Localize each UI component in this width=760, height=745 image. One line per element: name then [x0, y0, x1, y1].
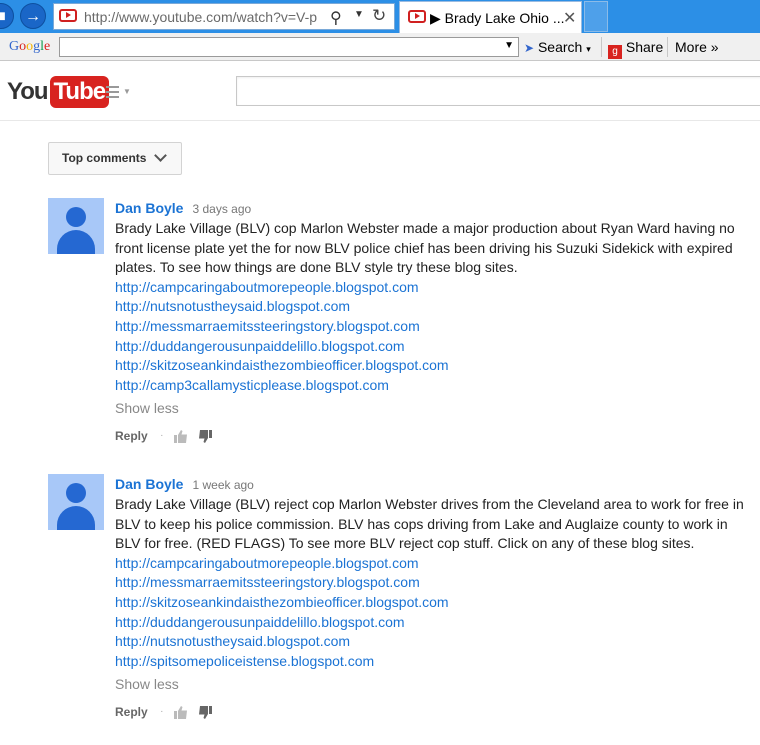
tab-title: ▶ Brady Lake Ohio ...	[430, 10, 565, 26]
thumbs-up-icon[interactable]	[173, 705, 188, 720]
comments-sort-label: Top comments	[62, 151, 147, 165]
browser-tab[interactable]: ▶ Brady Lake Ohio ... ✕	[399, 1, 582, 33]
thumbs-down-icon[interactable]	[198, 429, 213, 444]
youtube-favicon-icon	[408, 10, 426, 23]
google-toolbar: Google ▼ ➤ Search ▾ g Share More »	[0, 33, 760, 61]
address-url[interactable]: http://www.youtube.com/watch?v=V-p	[84, 9, 352, 25]
address-bar[interactable]: http://www.youtube.com/watch?v=V-p ⚲ ▼ ↻	[53, 3, 395, 30]
comment-link[interactable]: http://duddangerousunpaiddelillo.blogspo…	[115, 337, 755, 357]
comment-link[interactable]: http://messmarraemitssteeringstory.blogs…	[115, 317, 755, 337]
comment-author[interactable]: Dan Boyle	[115, 200, 183, 216]
comments-sort-dropdown[interactable]: Top comments	[48, 142, 182, 175]
comment-link[interactable]: http://nutsnotustheysaid.blogspot.com	[115, 297, 755, 317]
comment-author[interactable]: Dan Boyle	[115, 476, 183, 492]
google-share-button[interactable]: g Share	[608, 39, 663, 59]
comment-link[interactable]: http://duddangerousunpaiddelillo.blogspo…	[115, 613, 755, 633]
comment-actions: Reply ·	[115, 426, 755, 446]
chevron-down-icon[interactable]: ▼	[504, 40, 514, 51]
chevron-down-icon[interactable]: ▼	[354, 9, 364, 20]
forward-button[interactable]: →	[20, 3, 46, 29]
avatar[interactable]	[48, 474, 104, 530]
avatar[interactable]	[48, 198, 104, 254]
separator-dot: ·	[160, 705, 164, 717]
youtube-header: You Tube ▼	[0, 61, 760, 121]
comment-timestamp[interactable]: 1 week ago	[192, 478, 253, 492]
comment-link[interactable]: http://camp3callamysticplease.blogspot.c…	[115, 376, 755, 396]
google-search-input[interactable]: ▼	[59, 37, 519, 57]
reply-button[interactable]: Reply	[115, 705, 148, 719]
refresh-icon[interactable]: ↻	[372, 6, 386, 26]
back-arrow-icon: ■	[0, 8, 6, 25]
comment-link[interactable]: http://messmarraemitssteeringstory.blogs…	[115, 573, 755, 593]
youtube-search-input[interactable]	[236, 76, 760, 106]
comment-text: Brady Lake Village (BLV) reject cop Marl…	[115, 496, 744, 551]
comment-link[interactable]: http://campcaringaboutmorepeople.blogspo…	[115, 554, 755, 574]
share-icon: g	[608, 45, 622, 59]
comment-actions: Reply ·	[115, 702, 755, 722]
chevron-down-icon: ▾	[586, 44, 591, 54]
show-less-button[interactable]: Show less	[115, 674, 755, 694]
google-logo[interactable]: Google	[9, 39, 50, 55]
thumbs-down-icon[interactable]	[198, 705, 213, 720]
search-icon[interactable]: ⚲	[330, 8, 342, 28]
toolbar-divider	[667, 37, 668, 57]
guide-menu-icon[interactable]: ▼	[106, 86, 131, 101]
comment-body: Dan Boyle 3 days ago Brady Lake Village (…	[115, 198, 755, 446]
forward-arrow-icon: →	[25, 8, 41, 25]
comment-timestamp[interactable]: 3 days ago	[192, 202, 251, 216]
google-search-button[interactable]: ➤ Search ▾	[524, 39, 591, 55]
reply-button[interactable]: Reply	[115, 429, 148, 443]
youtube-logo[interactable]: You Tube	[7, 76, 110, 108]
thumbs-up-icon[interactable]	[173, 429, 188, 444]
comment-link[interactable]: http://skitzoseankindaisthezombieofficer…	[115, 593, 755, 613]
tab-close-icon[interactable]: ✕	[563, 8, 576, 28]
comment-link[interactable]: http://spitsomepoliceistense.blogspot.co…	[115, 652, 755, 672]
new-tab-button[interactable]	[584, 1, 608, 32]
youtube-favicon-icon	[59, 9, 77, 22]
comment-text: Brady Lake Village (BLV) cop Marlon Webs…	[115, 220, 735, 275]
comment-body: Dan Boyle 1 week ago Brady Lake Village (…	[115, 474, 755, 722]
comment-link[interactable]: http://campcaringaboutmorepeople.blogspo…	[115, 278, 755, 298]
toolbar-divider	[601, 37, 602, 57]
back-button[interactable]: ■	[0, 3, 14, 29]
browser-top-bar: ■ → http://www.youtube.com/watch?v=V-p ⚲…	[0, 0, 760, 33]
comment-link[interactable]: http://nutsnotustheysaid.blogspot.com	[115, 632, 755, 652]
chevron-down-icon	[154, 149, 167, 162]
show-less-button[interactable]: Show less	[115, 398, 755, 418]
comment-link[interactable]: http://skitzoseankindaisthezombieofficer…	[115, 356, 755, 376]
search-icon: ➤	[524, 41, 535, 55]
separator-dot: ·	[160, 429, 164, 441]
google-more-button[interactable]: More »	[675, 39, 719, 55]
